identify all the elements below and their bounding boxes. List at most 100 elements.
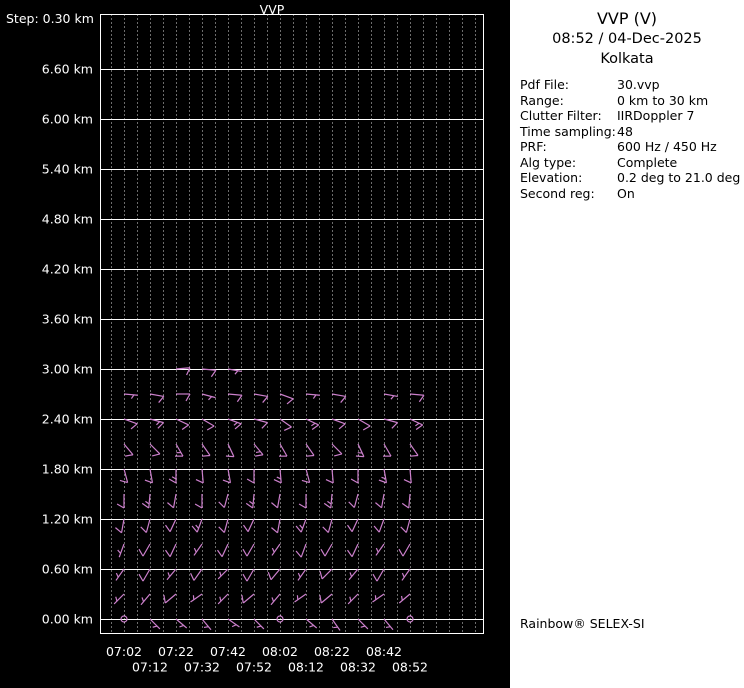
wind-barb	[242, 568, 255, 582]
wind-barb	[305, 443, 315, 457]
wind-barb	[217, 593, 229, 605]
wind-barb	[165, 543, 177, 558]
wind-barb	[331, 418, 346, 430]
brand-footer: Rainbow® SELEX-SI	[520, 616, 645, 631]
wind-barb	[320, 543, 333, 557]
x-axis-label: 07:42	[210, 644, 246, 659]
x-axis-label: 07:32	[184, 660, 220, 675]
y-axis-label: 3.00 km	[42, 362, 93, 377]
wind-barb	[383, 418, 398, 429]
wind-barb	[245, 493, 255, 509]
info-panel: VVP (V) 08:52 / 04-Dec-2025 Kolkata Pdf …	[510, 0, 744, 688]
wind-barb	[305, 618, 318, 629]
x-axis-label: 07:12	[132, 660, 168, 675]
wind-barb	[355, 443, 365, 458]
info-field-label: Pdf File:	[520, 77, 569, 92]
wind-barb	[193, 543, 203, 556]
wind-barb	[253, 618, 265, 630]
wind-barb	[190, 593, 203, 603]
wind-barb	[175, 418, 190, 430]
wind-barb	[149, 443, 161, 457]
info-field-row: Pdf File: 30.vvp	[520, 77, 744, 93]
product-datetime: 08:52 / 04-Dec-2025	[552, 31, 702, 47]
info-field-row: Clutter Filter: IIRDoppler 7	[520, 108, 744, 124]
wind-barb	[347, 593, 359, 605]
wind-barb	[115, 518, 125, 534]
wind-profile-plot: 6.60 km 6.00 km 5.40 km 4.80 km 4.20 km 3.60 …	[42, 14, 484, 675]
info-field-row: Range: 0 km to 30 km	[520, 93, 744, 109]
wind-barb	[140, 593, 151, 606]
info-field-value: 600 Hz / 450 Hz	[617, 139, 717, 154]
wind-barb	[398, 543, 411, 557]
wind-barb	[115, 568, 125, 581]
info-field-value: IIRDoppler 7	[617, 108, 695, 123]
wind-barb	[357, 418, 371, 431]
wind-barb	[123, 393, 138, 399]
info-field-label: Range:	[520, 92, 564, 108]
wind-barb	[117, 543, 125, 558]
info-field-value: 48	[617, 123, 633, 139]
wind-barb	[123, 443, 134, 457]
y-axis-label: 1.20 km	[42, 512, 93, 527]
wind-barb	[331, 618, 341, 631]
wind-barb	[347, 543, 359, 558]
info-field-label: Second reg:	[520, 185, 595, 201]
wind-barb	[350, 469, 359, 484]
wind-barb	[383, 393, 398, 400]
wind-barb	[267, 568, 281, 581]
wind-barb	[242, 543, 255, 557]
wind-barb	[279, 393, 294, 405]
wind-barb	[270, 593, 281, 606]
x-axis-label: 08:12	[288, 660, 324, 675]
info-field-label: Time sampling:	[520, 123, 616, 139]
wind-barb	[168, 469, 177, 484]
wind-barb	[163, 593, 177, 604]
wind-barb	[243, 518, 255, 533]
wind-barb	[253, 393, 269, 403]
x-axis-label: 08:52	[392, 660, 428, 675]
wind-barb	[176, 393, 191, 402]
wind-barb	[305, 393, 320, 399]
info-field-value: On	[617, 185, 635, 201]
wind-barb	[218, 518, 229, 533]
wind-barb	[373, 518, 385, 533]
wind-barb	[383, 443, 392, 457]
wind-barb	[140, 518, 151, 533]
wind-barb	[138, 568, 151, 582]
wind-barb	[348, 493, 359, 508]
wind-barb	[201, 368, 217, 378]
y-axis-label: 0.60 km	[42, 562, 93, 577]
wind-barb	[297, 568, 307, 581]
wind-barb	[323, 493, 333, 509]
wind-barb	[305, 418, 320, 430]
wind-barb	[227, 418, 242, 430]
wind-barb	[201, 418, 215, 431]
info-field-value: Complete	[617, 154, 678, 170]
wind-barb	[375, 493, 385, 509]
wind-barb	[149, 618, 161, 630]
wind-barb	[222, 468, 232, 484]
wind-barb	[141, 493, 151, 509]
wind-barb	[217, 568, 229, 580]
info-field-value: 30.vvp	[617, 77, 660, 92]
y-axis-label: 3.60 km	[42, 312, 93, 327]
site-name: Kolkata	[600, 51, 654, 67]
y-axis-label: 2.40 km	[42, 412, 93, 427]
x-axis-label: 08:42	[366, 644, 402, 659]
wind-barb	[322, 518, 333, 533]
wind-barb	[113, 593, 125, 605]
info-field-row: Alg type: Complete	[520, 155, 744, 171]
plot-border	[100, 14, 484, 634]
y-axis-label: 4.20 km	[42, 262, 93, 277]
wind-barb	[218, 493, 229, 508]
wind-barb	[357, 618, 369, 630]
info-field-row: Second reg: On	[520, 186, 744, 202]
x-axis-label: 08:32	[340, 660, 376, 675]
wind-barb	[191, 518, 203, 533]
wind-barb	[398, 593, 411, 604]
wind-barb	[149, 393, 165, 403]
wind-barb	[347, 518, 359, 533]
x-axis-label: 08:22	[314, 644, 350, 659]
wind-barb	[246, 469, 255, 484]
wind-barb	[325, 468, 334, 484]
